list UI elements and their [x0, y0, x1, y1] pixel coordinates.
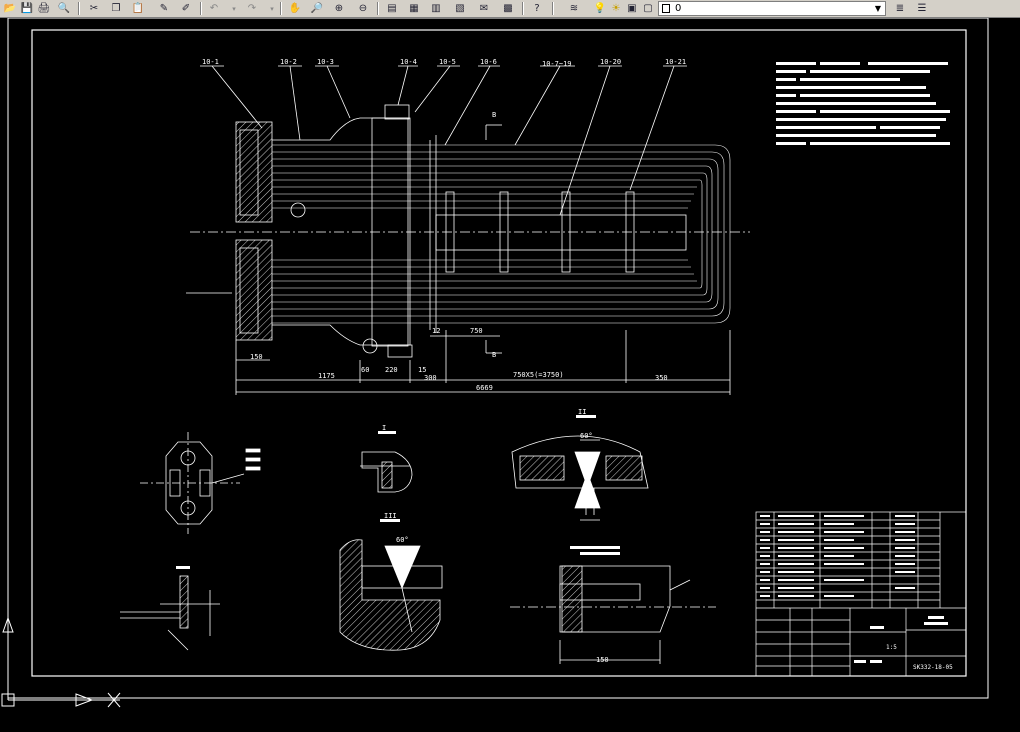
- part-label-10-6: 10-6: [480, 58, 497, 66]
- zoom-realtime-icon[interactable]: 🔎: [309, 1, 325, 16]
- part-label-10-4: 10-4: [400, 58, 417, 66]
- toolbar-separator: [552, 2, 554, 15]
- part-label-10-2: 10-2: [280, 58, 297, 66]
- layer-state-icon[interactable]: ▢: [640, 1, 656, 16]
- toolbar-separator: [200, 2, 202, 15]
- layer-on-icon[interactable]: 💡: [592, 1, 608, 16]
- title-block: [755, 511, 967, 677]
- dimension-300: 300: [424, 374, 437, 382]
- save-file-icon[interactable]: 💾: [19, 1, 35, 16]
- markup-icon[interactable]: ✉: [476, 1, 492, 16]
- cut-icon[interactable]: ✂: [86, 1, 102, 16]
- dimension-350: 350: [655, 374, 668, 382]
- calculator-icon[interactable]: ▩: [500, 1, 516, 16]
- zoom-window-icon[interactable]: ⊕: [331, 1, 347, 16]
- layer-dropdown[interactable]: 0 ▼: [658, 1, 886, 16]
- layer-properties-icon[interactable]: ≋: [566, 1, 582, 16]
- plot-icon[interactable]: 🖨: [36, 1, 52, 16]
- part-label-10-7-19: 10-7~19: [542, 60, 572, 68]
- open-file-icon[interactable]: 📂: [2, 1, 18, 16]
- undo-icon[interactable]: ↶: [206, 1, 222, 16]
- pan-icon[interactable]: ✋: [287, 1, 303, 16]
- dimension-750: 750: [470, 327, 483, 335]
- standard-toolbar: 📂 💾 🖨 🔍 ✂ ❐ 📋 ✎ ✐ ↶ ▾ ↷ ▾ ✋ 🔎 ⊕ ⊖ ▤ ▦ ▥ …: [0, 0, 1020, 18]
- drawing-canvas[interactable]: 10-1 10-2 10-3 10-4 10-5 10-6 10-7~19 10…: [0, 18, 1020, 732]
- toolbar-separator: [522, 2, 524, 15]
- drawing-number: SK332-18-05: [913, 664, 953, 671]
- part-label-10-1: 10-1: [202, 58, 219, 66]
- technical-notes: [776, 62, 950, 145]
- bracket-detail-view: [120, 575, 220, 651]
- part-label-10-5: 10-5: [439, 58, 456, 66]
- detail-label-I: I: [382, 424, 386, 432]
- copy-icon[interactable]: ❐: [108, 1, 124, 16]
- dimension-220: 220: [385, 366, 398, 374]
- dimension-15: 15: [418, 366, 426, 374]
- dimension-150: 150: [250, 353, 263, 361]
- flange-detail-view: [140, 432, 261, 534]
- chevron-down-icon[interactable]: ▼: [872, 2, 884, 15]
- undo-dropdown-icon[interactable]: ▾: [226, 1, 242, 16]
- detail-III: [339, 539, 443, 651]
- detail-II: [511, 435, 649, 521]
- design-center-icon[interactable]: ▦: [406, 1, 422, 16]
- section-label-top: B: [492, 111, 496, 119]
- plot-preview-icon[interactable]: 🔍: [56, 1, 72, 16]
- match-properties-icon[interactable]: ✎: [156, 1, 172, 16]
- layer-color-swatch: [662, 4, 670, 13]
- redo-icon[interactable]: ↷: [244, 1, 260, 16]
- layer-name: 0: [675, 3, 682, 14]
- block-editor-icon[interactable]: ✐: [178, 1, 194, 16]
- detail-label-II: II: [578, 408, 586, 416]
- detail-label-III: III: [384, 512, 397, 520]
- part-label-10-3: 10-3: [317, 58, 334, 66]
- zoom-previous-icon[interactable]: ⊖: [355, 1, 371, 16]
- pipe-section-detail: [510, 565, 716, 664]
- paste-icon[interactable]: 📋: [130, 1, 146, 16]
- weld-angle-II: 60°: [580, 432, 593, 440]
- toolbar-separator: [280, 2, 282, 15]
- layer-previous-icon[interactable]: ☰: [914, 1, 930, 16]
- redo-dropdown-icon[interactable]: ▾: [264, 1, 280, 16]
- section-label-bottom: B: [492, 351, 496, 359]
- dimension-750x5: 750X5(=3750): [513, 371, 564, 379]
- layer-lock-icon[interactable]: ▣: [624, 1, 640, 16]
- dimension-150-pipe: 150: [596, 656, 609, 664]
- main-assembly-view: [186, 65, 750, 395]
- make-object-layer-current-icon[interactable]: ≣: [892, 1, 908, 16]
- tool-palettes-icon[interactable]: ▥: [428, 1, 444, 16]
- layer-freeze-icon[interactable]: ☀: [608, 1, 624, 16]
- dimension-6669: 6669: [476, 384, 493, 392]
- part-label-10-20: 10-20: [600, 58, 621, 66]
- toolbar-separator: [377, 2, 379, 15]
- dimension-1175: 1175: [318, 372, 335, 380]
- properties-icon[interactable]: ▤: [384, 1, 400, 16]
- help-icon[interactable]: ?: [529, 1, 545, 16]
- detail-I: [360, 451, 413, 493]
- part-label-10-21: 10-21: [665, 58, 686, 66]
- ucs-icon: [1, 585, 121, 708]
- dimension-60: 60: [361, 366, 369, 374]
- sheet-set-icon[interactable]: ▧: [452, 1, 468, 16]
- toolbar-separator: [78, 2, 80, 15]
- weld-angle-III: 60°: [396, 536, 409, 544]
- drawing-scale: 1:5: [886, 644, 897, 651]
- dimension-12: 12: [432, 327, 440, 335]
